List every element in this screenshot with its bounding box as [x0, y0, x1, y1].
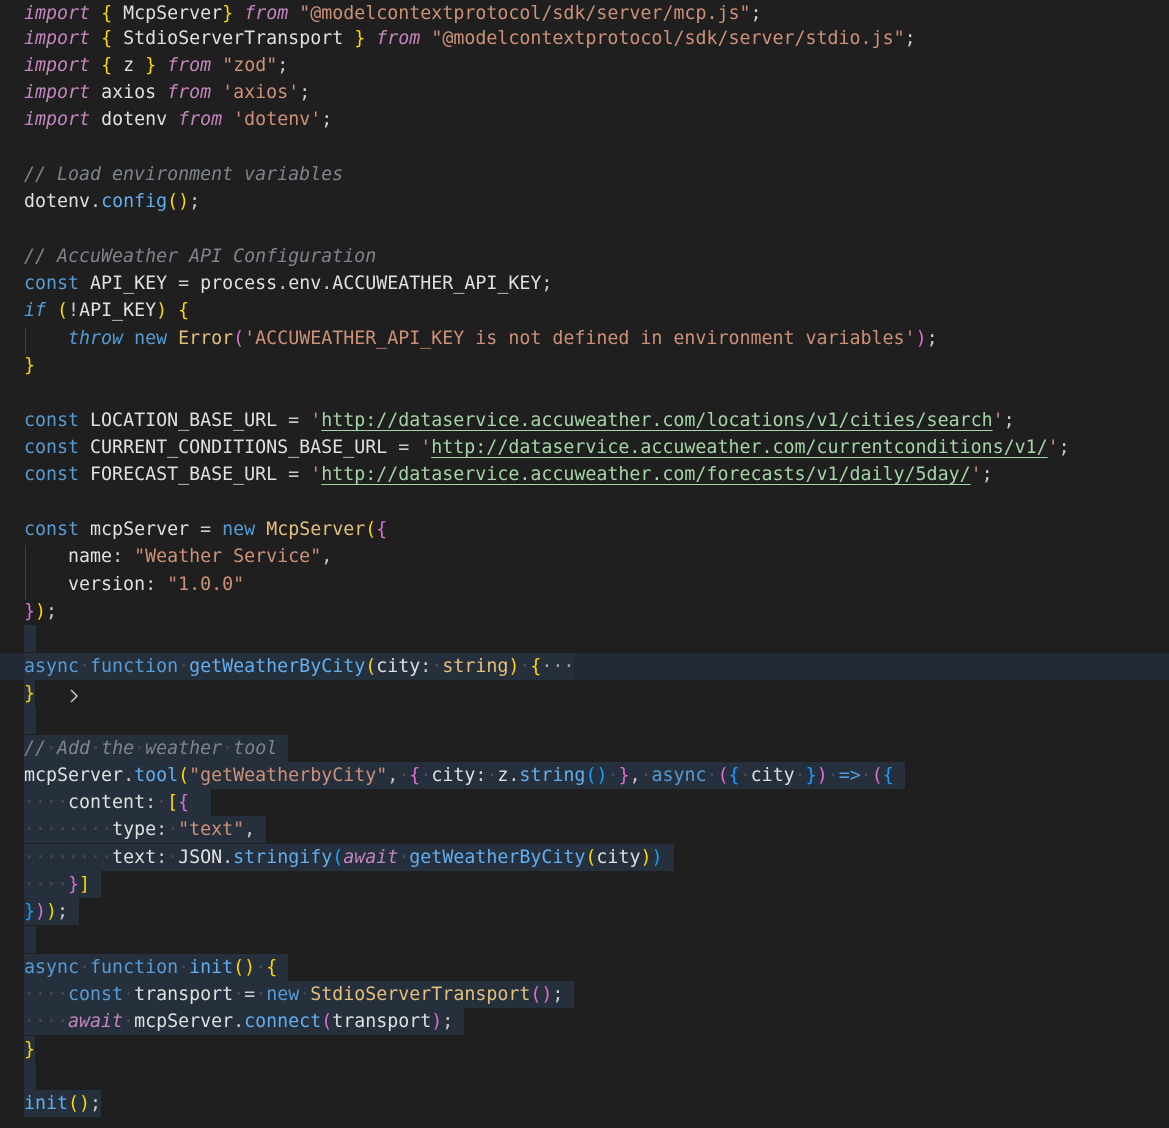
chevron-right-icon[interactable] — [3, 658, 79, 703]
code-line[interactable]: const mcpServer = new McpServer({ — [0, 516, 1169, 543]
code-line[interactable]: }); — [0, 598, 1169, 625]
code-line[interactable]: ····await·mcpServer.connect(transport); — [0, 1008, 1169, 1036]
code-line[interactable] — [0, 1063, 1169, 1091]
code-line[interactable]: ····content:·[{ — [0, 789, 1169, 817]
code-line[interactable] — [0, 707, 1169, 735]
code-line[interactable]: } — [0, 352, 1169, 379]
code-line[interactable]: ····}] — [0, 871, 1169, 899]
code-line[interactable]: mcpServer.tool("getWeatherbyCity",·{·cit… — [0, 762, 1169, 790]
code-line[interactable]: import axios from 'axios'; — [0, 79, 1169, 106]
code-line[interactable]: } — [0, 680, 1169, 708]
code-line[interactable]: // Load environment variables — [0, 161, 1169, 188]
code-line[interactable]: ····const·transport·=·new·StdioServerTra… — [0, 981, 1169, 1009]
code-line[interactable]: dotenv.config(); — [0, 188, 1169, 215]
code-line[interactable]: const API_KEY = process.env.ACCUWEATHER_… — [0, 270, 1169, 297]
code-line[interactable]: } — [0, 1036, 1169, 1064]
code-line[interactable]: const FORECAST_BASE_URL = 'http://datase… — [0, 461, 1169, 488]
code-line[interactable]: name: "Weather Service", — [0, 543, 1169, 570]
code-line[interactable] — [0, 926, 1169, 954]
code-line[interactable]: //·Add·the·weather·tool — [0, 735, 1169, 763]
code-line[interactable]: init(); — [0, 1090, 1169, 1118]
code-line[interactable]: const LOCATION_BASE_URL = 'http://datase… — [0, 407, 1169, 434]
code-line[interactable]: if (!API_KEY) { — [0, 297, 1169, 324]
code-editor[interactable]: import { McpServer} from "@modelcontextp… — [0, 0, 1169, 1128]
code-line[interactable]: import { McpServer} from "@modelcontextp… — [0, 0, 1169, 27]
code-line[interactable]: })); — [0, 898, 1169, 926]
code-line[interactable]: version: "1.0.0" — [0, 571, 1169, 598]
code-line[interactable]: import { z } from "zod"; — [0, 52, 1169, 79]
code-line[interactable] — [0, 625, 1169, 653]
folded-region-marker[interactable]: ··· — [541, 656, 574, 677]
code-line[interactable]: import { StdioServerTransport } from "@m… — [0, 25, 1169, 52]
code-line[interactable]: ········text:·JSON.stringify(await·getWe… — [0, 844, 1169, 872]
code-line[interactable]: const CURRENT_CONDITIONS_BASE_URL = 'htt… — [0, 434, 1169, 461]
code-line-folded[interactable]: async·function·getWeatherByCity(city:·st… — [0, 653, 1169, 703]
code-line[interactable]: import dotenv from 'dotenv'; — [0, 106, 1169, 133]
code-line[interactable]: throw new Error('ACCUWEATHER_API_KEY is … — [0, 325, 1169, 352]
code-line[interactable]: // AccuWeather API Configuration — [0, 243, 1169, 270]
code-line[interactable]: ········type:·"text", — [0, 816, 1169, 844]
code-line[interactable]: async·function·init()·{ — [0, 954, 1169, 982]
